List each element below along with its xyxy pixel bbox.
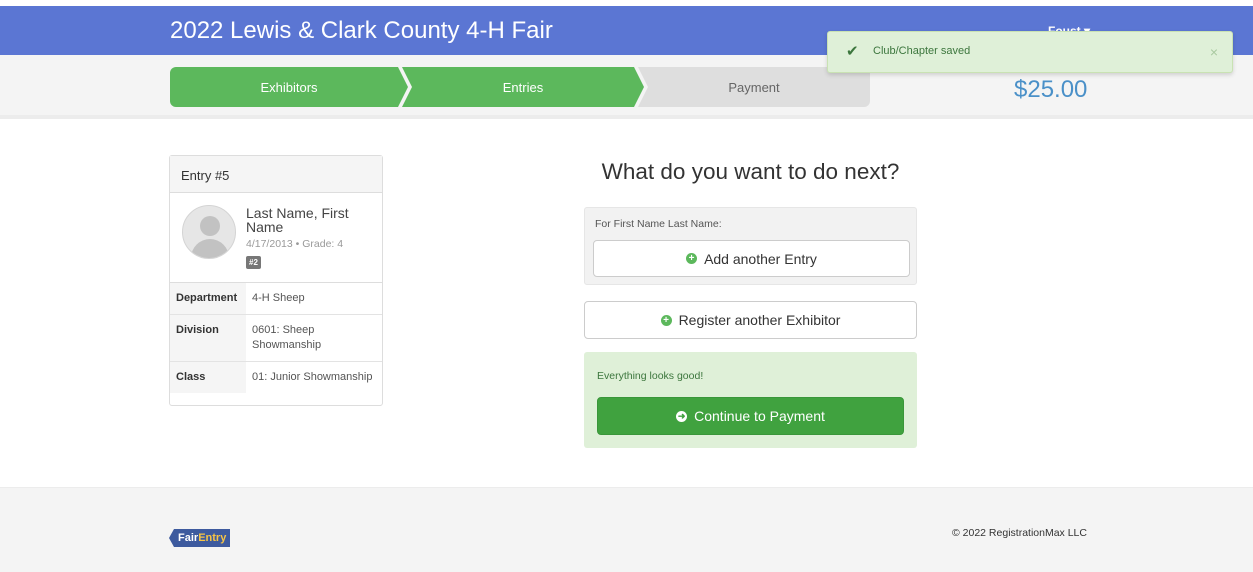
add-entry-panel: For First Name Last Name: + Add another … [584, 207, 917, 285]
status-panel: Everything looks good! ➜ Continue to Pay… [584, 352, 917, 448]
row-value: 0601: Sheep Showmanship [246, 314, 382, 362]
plus-circle-icon: + [686, 253, 698, 264]
success-toast: ✔ Club/Chapter saved × [827, 31, 1233, 73]
next-steps-heading: What do you want to do next? [601, 159, 900, 184]
row-value: 01: Junior Showmanship [246, 361, 382, 393]
step-entries[interactable]: Entries [402, 67, 644, 107]
row-value: 4-H Sheep [252, 292, 305, 304]
page-footer: FairEntry © 2022 RegistrationMax LLC [0, 487, 1253, 572]
add-entry-label: Add another Entry [704, 250, 817, 267]
plus-circle-icon: + [660, 314, 672, 326]
avatar [182, 205, 236, 259]
check-icon: ✔ [846, 43, 859, 60]
step-tracker: Exhibitors Entries Payment [170, 67, 870, 107]
table-row: Division 0601: Sheep Showmanship [170, 314, 382, 362]
add-entry-button[interactable]: + Add another Entry [593, 240, 910, 277]
row-label: Department [170, 283, 246, 315]
status-message: Everything looks good! [597, 370, 704, 382]
row-label: Class [170, 361, 246, 393]
entry-details-table: Department 4-H Sheep Division 0601: Shee… [170, 283, 382, 393]
step-payment[interactable]: Payment [638, 67, 870, 107]
row-label: Division [170, 314, 246, 362]
copyright: © 2022 RegistrationMax LLC [952, 527, 1087, 539]
table-row: Class 01: Junior Showmanship [170, 361, 382, 393]
step-exhibitors[interactable]: Exhibitors [170, 67, 408, 107]
fair-title[interactable]: 2022 Lewis & Clark County 4-H Fair [170, 17, 553, 45]
register-exhibitor-label: Register another Exhibitor [678, 312, 841, 328]
register-exhibitor-button[interactable]: + Register another Exhibitor [584, 301, 917, 339]
toast-message: Club/Chapter saved [873, 45, 971, 57]
for-exhibitor-label: For First Name Last Name: [595, 218, 722, 230]
exhibitor-meta: 4/17/2013 • Grade: 4 [246, 238, 344, 250]
exhibitor-name: Last Name, First Name [246, 205, 349, 235]
fairentry-logo[interactable]: FairEntry [169, 529, 231, 547]
table-row: Department 4-H Sheep [170, 283, 382, 315]
cart-total[interactable]: $25.00 [1014, 76, 1087, 104]
logo-text-entry: Entry [198, 532, 227, 544]
arrow-circle-right-icon: ➜ [676, 410, 688, 422]
close-icon[interactable]: × [1210, 44, 1218, 60]
entry-card-title: Entry #5 [170, 156, 382, 193]
logo-text-fair: Fair [178, 532, 199, 544]
continue-to-payment-button[interactable]: ➜ Continue to Payment [597, 397, 904, 435]
entry-card: Entry #5 Last Name, First Name 4/17/2013… [169, 155, 383, 406]
continue-label: Continue to Payment [694, 408, 825, 424]
exhibitor-number-badge: #2 [246, 256, 261, 269]
exhibitor-profile: Last Name, First Name 4/17/2013 • Grade:… [170, 193, 382, 283]
